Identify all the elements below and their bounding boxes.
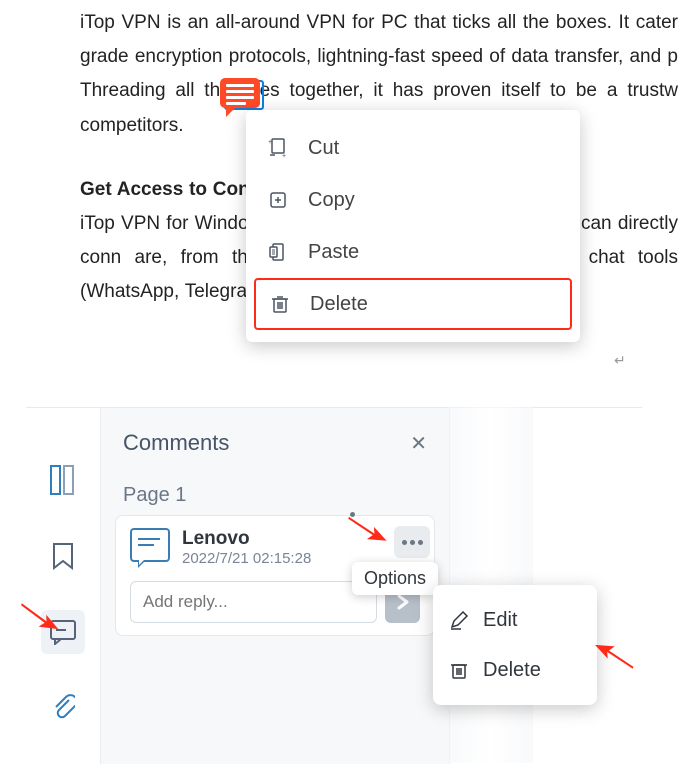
menu-item-paste-label: Paste [308,241,359,264]
menu-item-cut[interactable]: ++ Cut [254,122,572,174]
sidebar-item-comments[interactable] [41,610,85,654]
svg-text:+: + [268,139,272,146]
context-menu: ++ Cut Copy Paste Delete [246,110,580,342]
panel-title: Comments [123,430,410,456]
comment-timestamp: 2022/7/21 02:15:28 [182,550,311,567]
trash-icon [270,294,290,314]
comment-options-menu: Edit Delete [433,585,597,705]
sidebar-item-bookmarks[interactable] [41,534,85,578]
copy-icon [268,190,288,210]
trash-icon [449,660,469,680]
menu-item-delete-comment[interactable]: Delete [441,645,589,695]
paste-icon [268,242,288,262]
comment-more-button[interactable] [394,526,430,558]
comment-author: Lenovo [182,528,311,550]
edit-icon [449,610,469,630]
menu-item-cut-label: Cut [308,137,339,160]
menu-item-delete-label: Delete [310,293,368,316]
menu-item-paste[interactable]: Paste [254,226,572,278]
paragraph-mark-icon: ↵ [614,348,626,373]
menu-item-copy[interactable]: Copy [254,174,572,226]
svg-text:+: + [282,153,286,158]
comment-avatar-icon [130,528,170,562]
close-icon[interactable]: ✕ [410,431,427,456]
menu-item-edit[interactable]: Edit [441,595,589,645]
reply-input[interactable] [130,581,377,623]
bookmark-icon [51,542,75,570]
sidebar-item-attachments[interactable] [41,686,85,730]
highlight-arrow-icon [349,511,356,518]
menu-item-delete[interactable]: Delete [254,278,572,330]
comment-card: Lenovo 2022/7/21 02:15:28 Options [115,515,435,636]
paperclip-icon [51,694,75,722]
menu-item-copy-label: Copy [308,189,355,212]
options-tooltip: Options [352,562,438,595]
thumbnails-icon [50,465,76,495]
page-label: Page 1 [101,466,449,515]
cut-icon: ++ [268,138,288,158]
menu-item-edit-label: Edit [483,609,517,632]
menu-item-delete-comment-label: Delete [483,659,541,682]
sidebar-item-thumbnails[interactable] [41,458,85,502]
chevron-right-icon [395,594,411,610]
comments-panel: Comments ✕ Page 1 Lenovo 2022/7/21 02:15… [100,408,450,764]
sidebar [38,458,88,730]
